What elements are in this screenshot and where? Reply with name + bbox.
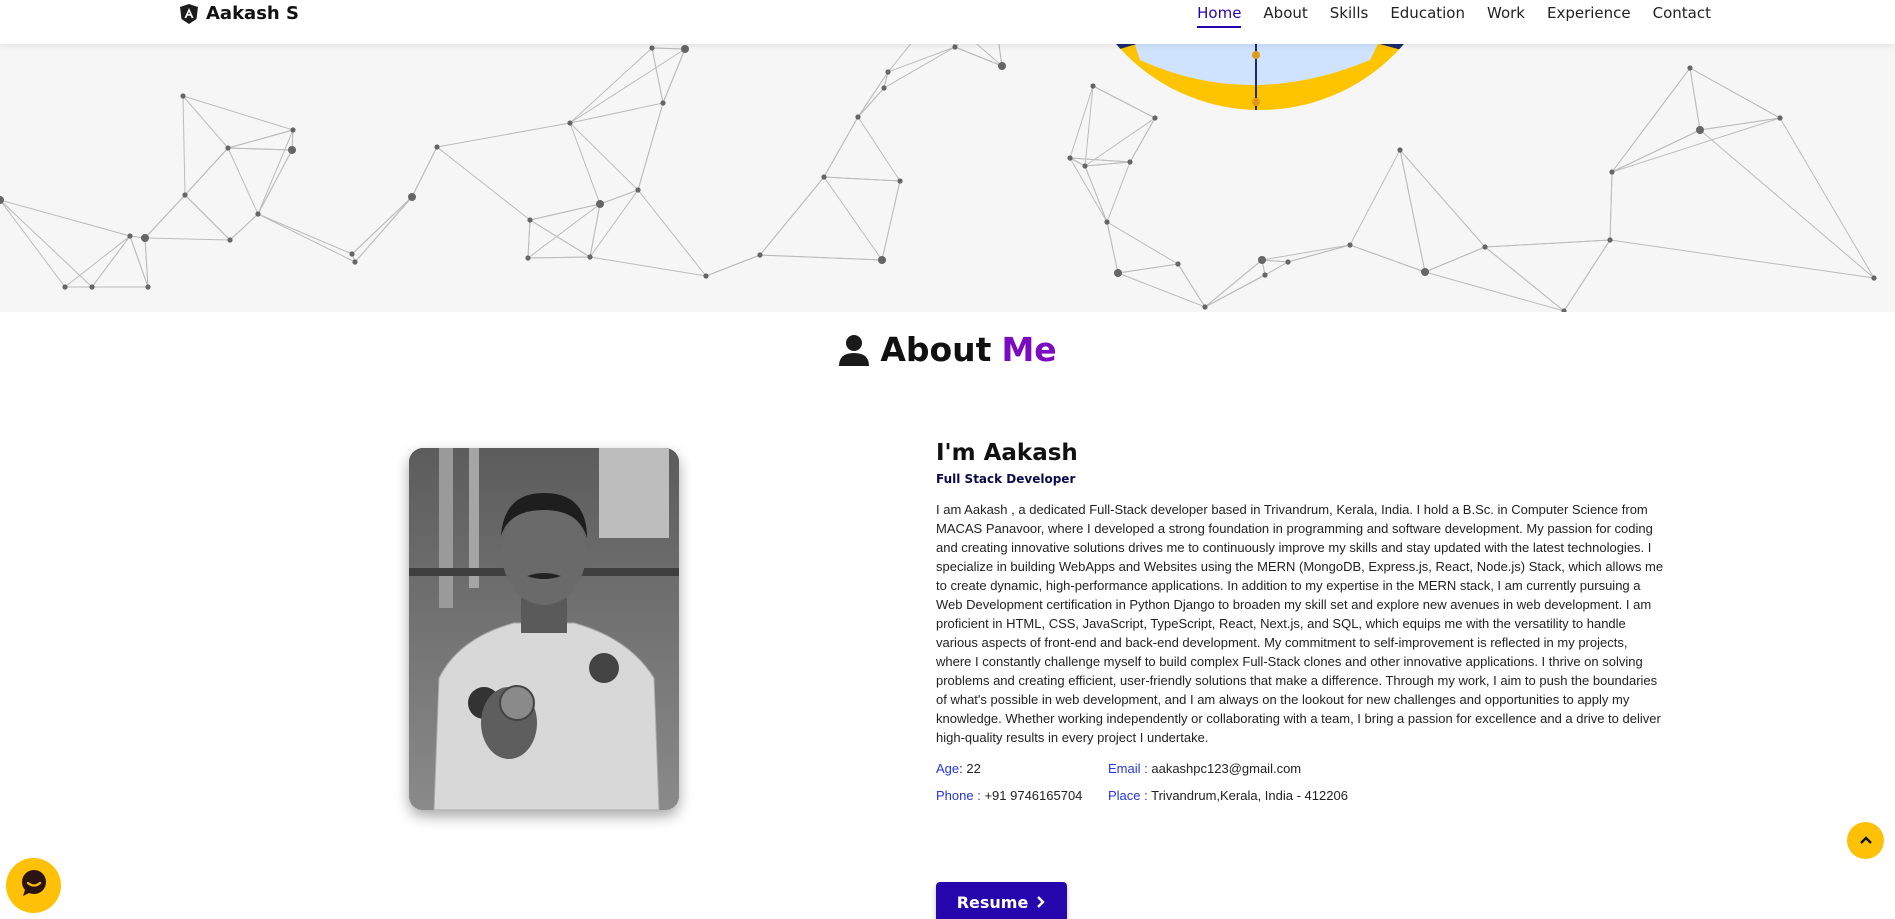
nav-experience[interactable]: Experience	[1547, 4, 1631, 28]
about-name: I'm Aakash	[936, 440, 1078, 466]
chat-button[interactable]	[6, 858, 61, 913]
about-role: Full Stack Developer	[936, 472, 1076, 486]
email-label: Email :	[1108, 761, 1148, 776]
phone-value: +91 9746165704	[984, 788, 1083, 803]
nav-links: Home About Skills Education Work Experie…	[1197, 4, 1711, 28]
brand-name: Aakash S	[206, 3, 299, 24]
place-label: Place :	[1108, 788, 1148, 803]
resume-label: Resume	[956, 892, 1029, 912]
about-description: I am Aakash , a dedicated Full-Stack dev…	[936, 502, 1664, 745]
brand[interactable]: Aakash S	[180, 3, 299, 24]
chat-bubble-icon	[19, 868, 49, 903]
place-row: Place : Trivandrum,Kerala, India - 41220…	[1108, 788, 1666, 803]
nav-education[interactable]: Education	[1390, 4, 1465, 28]
title-main: About	[880, 330, 992, 369]
nav-home[interactable]: Home	[1197, 4, 1242, 28]
about-content: I'm Aakash Full Stack Developer I am Aak…	[936, 440, 1666, 803]
resume-button[interactable]: Resume	[936, 882, 1067, 919]
phone-row: Phone : +91 9746165704	[936, 788, 1108, 803]
age-value: : 22	[959, 761, 981, 776]
age-label: Age	[936, 761, 960, 776]
info-grid: Age: 22 Email : aakashpc123@gmail.com Ph…	[936, 761, 1666, 803]
chevron-right-icon	[1036, 893, 1046, 912]
age-row: Age: 22	[936, 761, 1108, 776]
chevron-up-icon	[1859, 832, 1872, 850]
hero-avatar-illustration	[1070, 0, 1450, 110]
place-value: Trivandrum,Kerala, India - 412206	[1151, 788, 1348, 803]
nav-contact[interactable]: Contact	[1653, 4, 1711, 28]
title-accent: Me	[1001, 330, 1057, 369]
section-title: About Me	[0, 330, 1895, 369]
phone-label: Phone :	[936, 788, 981, 803]
angular-shield-icon	[180, 3, 198, 24]
scroll-top-button[interactable]	[1847, 822, 1884, 859]
nav-work[interactable]: Work	[1487, 4, 1525, 28]
nav-skills[interactable]: Skills	[1330, 4, 1369, 28]
email-row: Email : aakashpc123@gmail.com	[1108, 761, 1666, 776]
nav-about[interactable]: About	[1263, 4, 1307, 28]
profile-photo	[409, 448, 679, 810]
top-navbar: Aakash S Home About Skills Education Wor…	[0, 0, 1895, 44]
hero-background	[0, 0, 1895, 312]
user-icon	[838, 334, 870, 366]
email-value: aakashpc123@gmail.com	[1151, 761, 1302, 776]
